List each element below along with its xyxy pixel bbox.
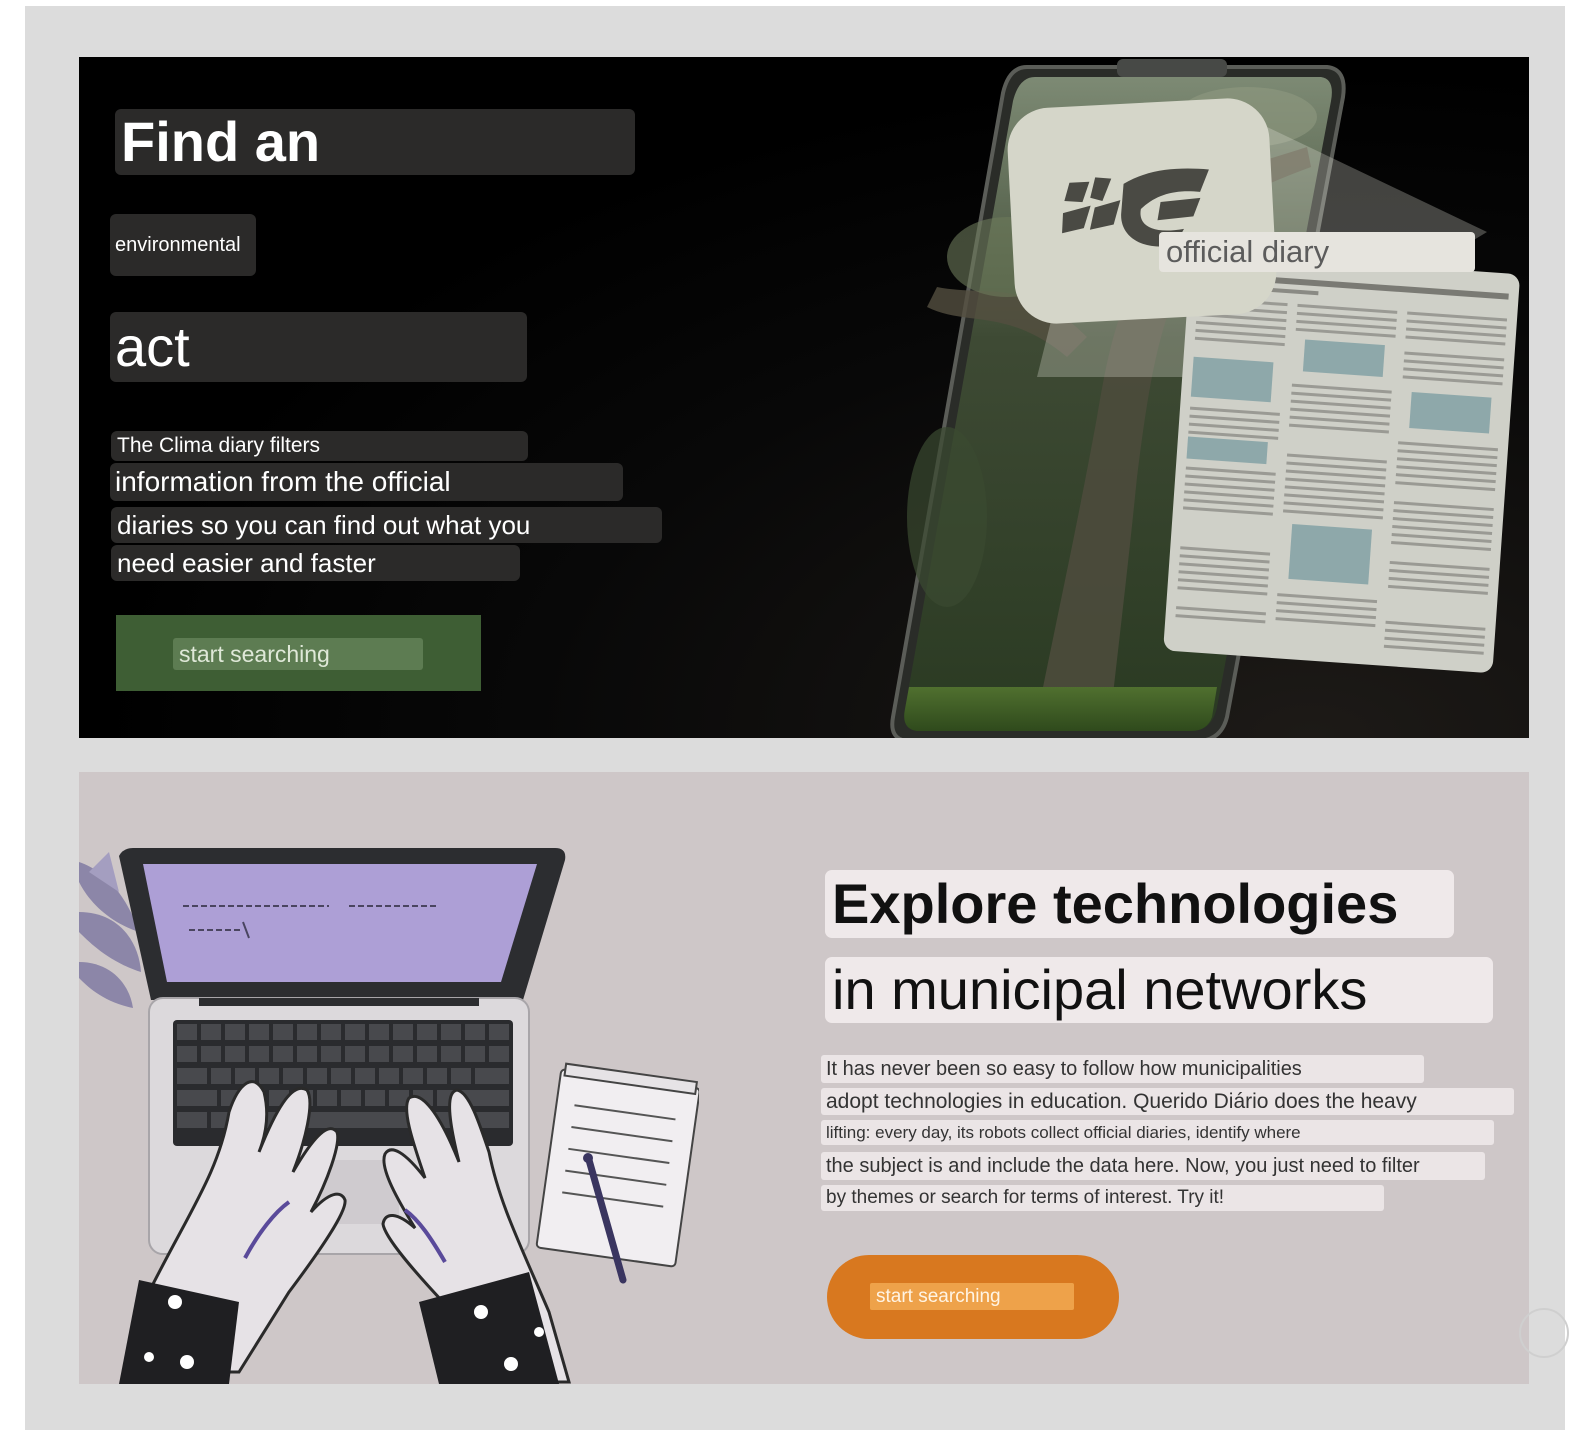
section2-start-searching-button[interactable]: start searching xyxy=(827,1255,1119,1339)
hero-heading-line3: act xyxy=(110,312,527,382)
section2-body-line: It has never been so easy to follow how … xyxy=(821,1055,1424,1083)
hero-banner: official diary Find an environmental act… xyxy=(79,57,1529,738)
section2-start-searching-label: start searching xyxy=(870,1283,1074,1310)
section2-body-line: adopt technologies in education. Querido… xyxy=(821,1088,1514,1115)
section2-title-line1: Explore technologies xyxy=(825,870,1454,938)
section2-title-line2: in municipal networks xyxy=(825,957,1493,1023)
scroll-indicator-icon xyxy=(1519,1308,1569,1358)
municipal-tech-section: Explore technologies in municipal networ… xyxy=(79,772,1529,1384)
hero-description-line: diaries so you can find out what you xyxy=(111,507,662,543)
hero-description-line: need easier and faster xyxy=(111,545,520,581)
notepad-icon xyxy=(535,1062,699,1268)
hero-start-searching-label: start searching xyxy=(173,638,423,670)
official-diary-label: official diary xyxy=(1159,232,1475,272)
hero-description-line: information from the official xyxy=(110,463,623,501)
hero-description-line: The Clima diary filters xyxy=(111,431,528,461)
hero-start-searching-button[interactable]: start searching xyxy=(116,615,481,691)
page-background: official diary Find an environmental act… xyxy=(25,6,1569,1430)
hero-heading-line2: environmental xyxy=(110,214,256,276)
section2-body-line: lifting: every day, its robots collect o… xyxy=(821,1120,1494,1145)
hero-heading-line1: Find an xyxy=(115,109,635,175)
section2-body-line: by themes or search for terms of interes… xyxy=(821,1185,1384,1211)
section2-body-line: the subject is and include the data here… xyxy=(821,1152,1485,1180)
laptop-illustration xyxy=(79,848,699,1384)
app-logo-tile xyxy=(1005,96,1279,326)
